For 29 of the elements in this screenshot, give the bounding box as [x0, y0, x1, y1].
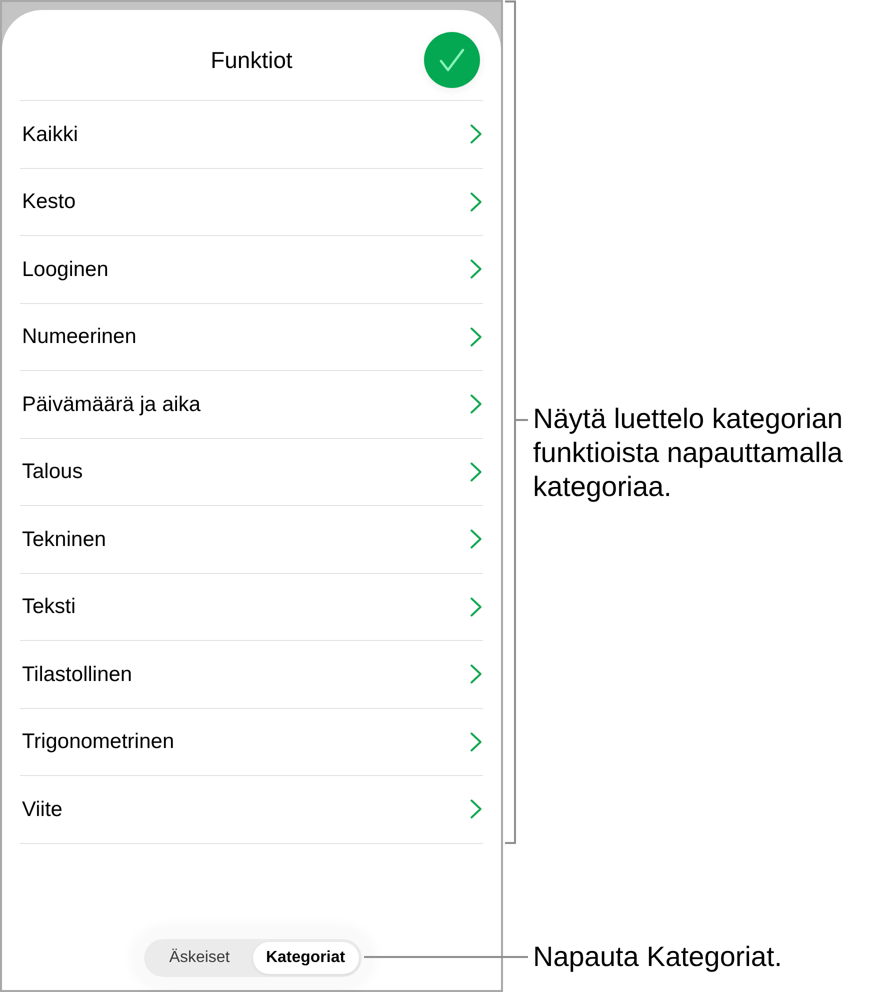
- chevron-right-icon: [470, 124, 482, 144]
- category-row[interactable]: Kaikki: [20, 101, 483, 168]
- callout-text: Napauta Kategoriat.: [533, 940, 784, 974]
- check-icon: [439, 48, 465, 72]
- leader-line: [514, 419, 528, 421]
- chevron-right-icon: [470, 596, 482, 617]
- chevron-right-icon: [470, 192, 482, 212]
- chevron-right-icon: [470, 259, 482, 280]
- chevron-right-icon: [470, 462, 482, 482]
- callout-text: Näytä luettelo kategorian funktioista napauttamalla kategoriaa.: [533, 402, 844, 504]
- sheet-title: Funktiot: [210, 46, 292, 74]
- category-row[interactable]: Päivämäärä ja aika: [20, 371, 483, 438]
- category-row[interactable]: Tekninen: [20, 506, 483, 574]
- chevron-right-icon: [470, 529, 482, 550]
- chevron-right-icon: [470, 664, 482, 684]
- category-row[interactable]: Teksti: [20, 574, 483, 641]
- chevron-right-icon: [470, 394, 482, 414]
- category-row[interactable]: Tilastollinen: [20, 641, 483, 708]
- category-row[interactable]: Talous: [20, 438, 483, 506]
- chevron-right-icon: [470, 326, 482, 347]
- category-row[interactable]: Viite: [20, 776, 483, 844]
- chevron-right-icon: [470, 799, 482, 820]
- chevron-right-icon: [470, 732, 482, 752]
- category-row[interactable]: Kesto: [20, 168, 483, 236]
- segment-tab[interactable]: Äskeiset: [146, 942, 252, 974]
- category-row[interactable]: Numeerinen: [20, 304, 483, 371]
- segment-tab[interactable]: Kategoriat: [252, 942, 358, 974]
- category-row[interactable]: Looginen: [20, 236, 483, 304]
- category-row[interactable]: Trigonometrinen: [20, 708, 483, 776]
